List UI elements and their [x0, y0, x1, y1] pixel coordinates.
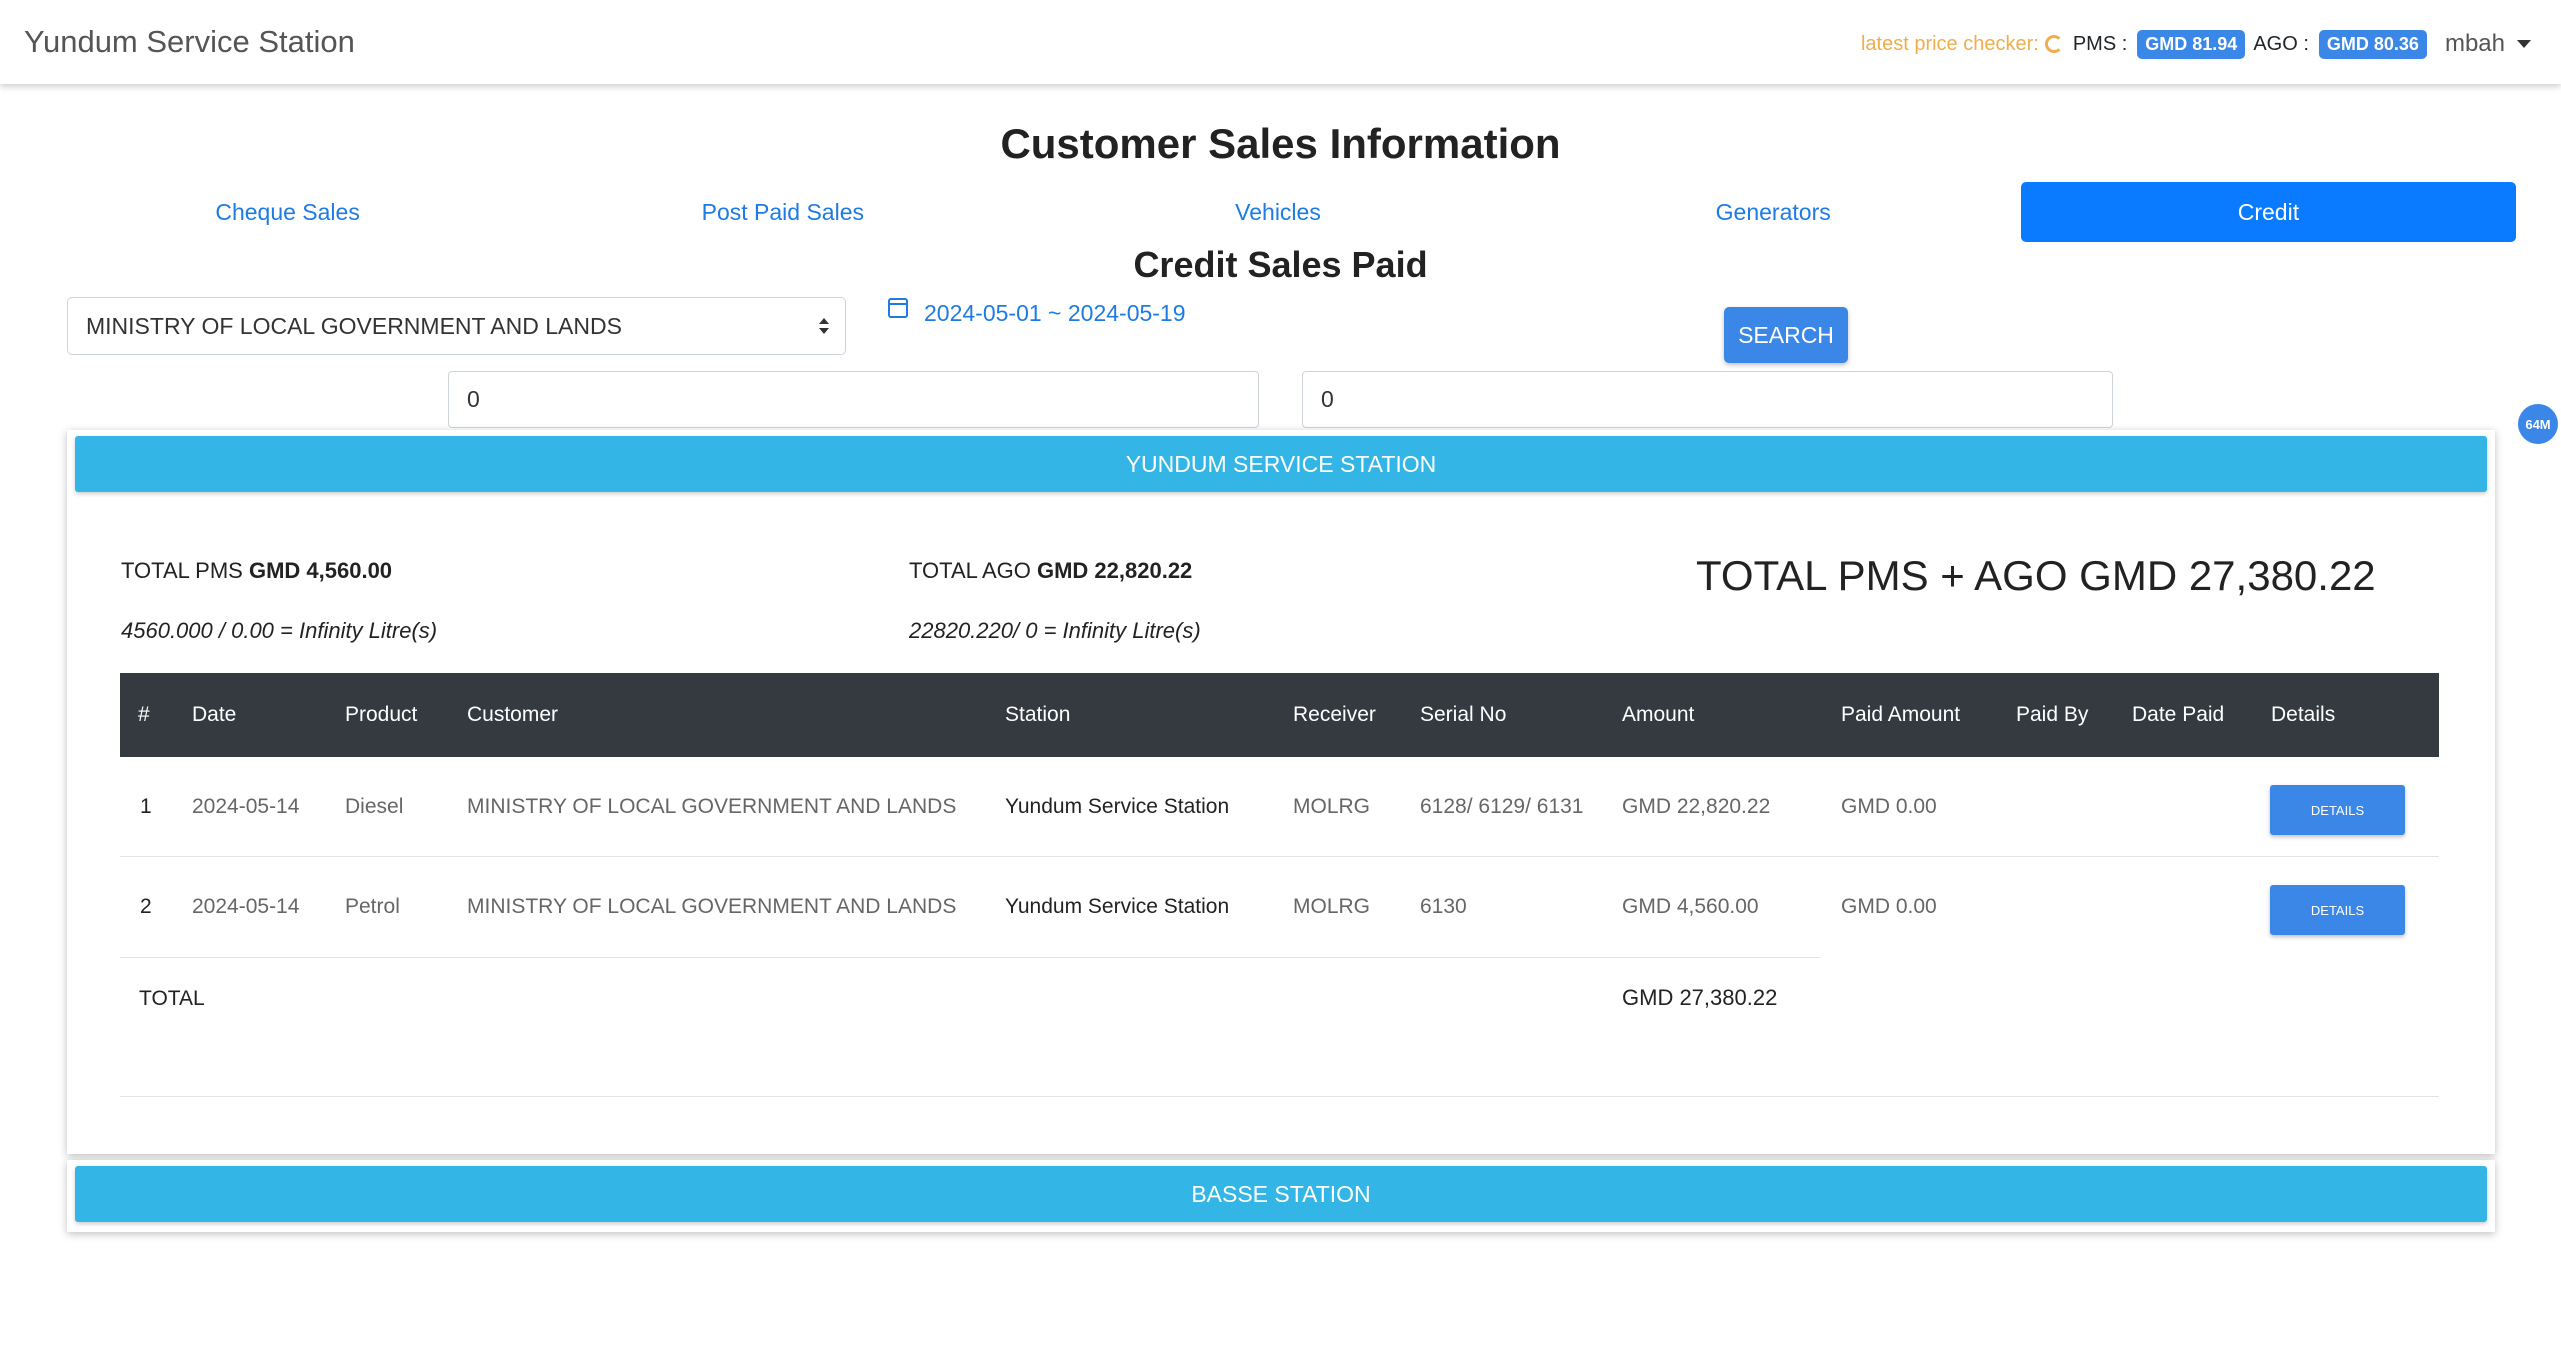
calendar-icon	[888, 297, 908, 318]
total-pms-label: TOTAL PMS	[121, 558, 243, 583]
row-amount: GMD 22,820.22	[1622, 794, 1771, 818]
top-navbar: Yundum Service Station latest price chec…	[0, 0, 2561, 84]
row-amount: GMD 4,560.00	[1622, 895, 1759, 918]
caret-down-icon[interactable]	[2517, 40, 2531, 48]
col-details: Details	[2271, 703, 2336, 726]
col-date: Date	[192, 703, 237, 726]
ago-litre-calc: 22820.220/ 0 = Infinity Litre(s)	[909, 618, 1201, 643]
col-customer: Customer	[467, 703, 559, 726]
details-button[interactable]: DETAILS	[2270, 885, 2405, 935]
col-serial: Serial No	[1420, 703, 1507, 726]
section-title: Credit Sales Paid	[1133, 244, 1428, 285]
row-paid-amount: GMD 0.00	[1841, 895, 1937, 918]
row-station: Yundum Service Station	[1005, 895, 1230, 918]
row-customer: MINISTRY OF LOCAL GOVERNMENT AND LANDS	[467, 794, 957, 818]
row-date: 2024-05-14	[192, 794, 300, 818]
search-button[interactable]: SEARCH	[1724, 307, 1848, 363]
total-ago-label: TOTAL AGO	[909, 558, 1031, 583]
row-product: Petrol	[345, 895, 400, 918]
row-number: 1	[140, 794, 152, 818]
row-serial: 6128/ 6129/ 6131	[1420, 794, 1584, 818]
col-number: #	[138, 703, 150, 726]
tab-cheque-sales[interactable]: Cheque Sales	[40, 182, 535, 242]
col-amount: Amount	[1622, 703, 1695, 726]
user-menu[interactable]: mbah	[2445, 30, 2505, 58]
date-range-value: 2024-05-01 ~ 2024-05-19	[924, 300, 1186, 326]
tab-post-paid-sales[interactable]: Post Paid Sales	[535, 182, 1030, 242]
grand-total: TOTAL PMS + AGO GMD 27,380.22	[1696, 552, 2376, 599]
station-header-basse[interactable]: BASSE STATION	[75, 1166, 2487, 1222]
table-row: 1 2024-05-14 Diesel MINISTRY OF LOCAL GO…	[120, 757, 2439, 857]
col-date-paid: Date Paid	[2132, 703, 2225, 726]
row-paid-amount: GMD 0.00	[1841, 794, 1937, 818]
row-station: Yundum Service Station	[1005, 794, 1230, 818]
pms-label: PMS :	[2072, 32, 2128, 55]
amount-input-1[interactable]: 0	[448, 371, 1259, 428]
station-header-yundum[interactable]: YUNDUM SERVICE STATION	[75, 436, 2487, 492]
pms-price-badge: GMD 81.94	[2137, 29, 2246, 59]
page-title: Customer Sales Information	[1000, 120, 1561, 167]
price-checker-label: latest price checker:	[1860, 32, 2039, 55]
col-receiver: Receiver	[1293, 703, 1376, 726]
total-amount: GMD 27,380.22	[1622, 985, 1778, 1010]
table-total-row: TOTAL GMD 27,380.22	[120, 957, 2439, 1097]
table-header: # Date Product Customer Station Receiver…	[120, 673, 2439, 757]
col-paid-by: Paid By	[2016, 703, 2089, 726]
side-badge[interactable]: 64M	[2518, 404, 2558, 444]
row-product: Diesel	[345, 794, 404, 818]
details-button[interactable]: DETAILS	[2270, 785, 2405, 835]
price-checker: latest price checker: PMS : GMD 81.94 AG…	[1861, 28, 2531, 60]
tab-vehicles[interactable]: Vehicles	[1030, 182, 1525, 242]
ago-price-badge: GMD 80.36	[2318, 29, 2427, 59]
row-receiver: MOLRG	[1293, 794, 1371, 818]
total-ago-value: GMD 22,820.22	[1036, 558, 1193, 583]
customer-select[interactable]: MINISTRY OF LOCAL GOVERNMENT AND LANDS	[67, 297, 846, 355]
credit-sales-table: # Date Product Customer Station Receiver…	[120, 673, 2439, 1097]
station-card: BASSE STATION	[67, 1160, 2495, 1232]
select-arrows-icon	[819, 318, 829, 334]
row-divider	[120, 957, 1820, 958]
row-serial: 6130	[1420, 895, 1467, 918]
total-ago: TOTAL AGO GMD 22,820.22	[909, 558, 1192, 584]
row-date: 2024-05-14	[192, 895, 300, 918]
tab-generators[interactable]: Generators	[1526, 182, 2021, 242]
row-number: 2	[140, 895, 152, 918]
row-customer: MINISTRY OF LOCAL GOVERNMENT AND LANDS	[467, 895, 957, 918]
ago-label: AGO :	[2253, 32, 2309, 55]
table-row: 2 2024-05-14 Petrol MINISTRY OF LOCAL GO…	[120, 857, 2439, 957]
tab-credit[interactable]: Credit	[2020, 182, 2517, 242]
total-pms-value: GMD 4,560.00	[248, 558, 393, 583]
customer-select-value: MINISTRY OF LOCAL GOVERNMENT AND LANDS	[86, 312, 622, 339]
col-paid-amount: Paid Amount	[1841, 703, 1961, 726]
spinner-icon	[2044, 35, 2063, 53]
col-product: Product	[345, 703, 418, 726]
brand-title[interactable]: Yundum Service Station	[24, 24, 355, 60]
total-pms: TOTAL PMS GMD 4,560.00	[121, 558, 392, 584]
date-range-picker[interactable]: 2024-05-01 ~ 2024-05-19	[888, 297, 1186, 327]
row-receiver: MOLRG	[1293, 895, 1371, 918]
col-station: Station	[1005, 703, 1071, 726]
pms-litre-calc: 4560.000 / 0.00 = Infinity Litre(s)	[121, 618, 438, 643]
sales-tabs: Cheque Sales Post Paid Sales Vehicles Ge…	[40, 182, 2517, 242]
amount-input-2[interactable]: 0	[1302, 371, 2113, 428]
station-card: YUNDUM SERVICE STATION TOTAL PMS GMD 4,5…	[67, 430, 2495, 1154]
total-label: TOTAL	[139, 987, 205, 1010]
